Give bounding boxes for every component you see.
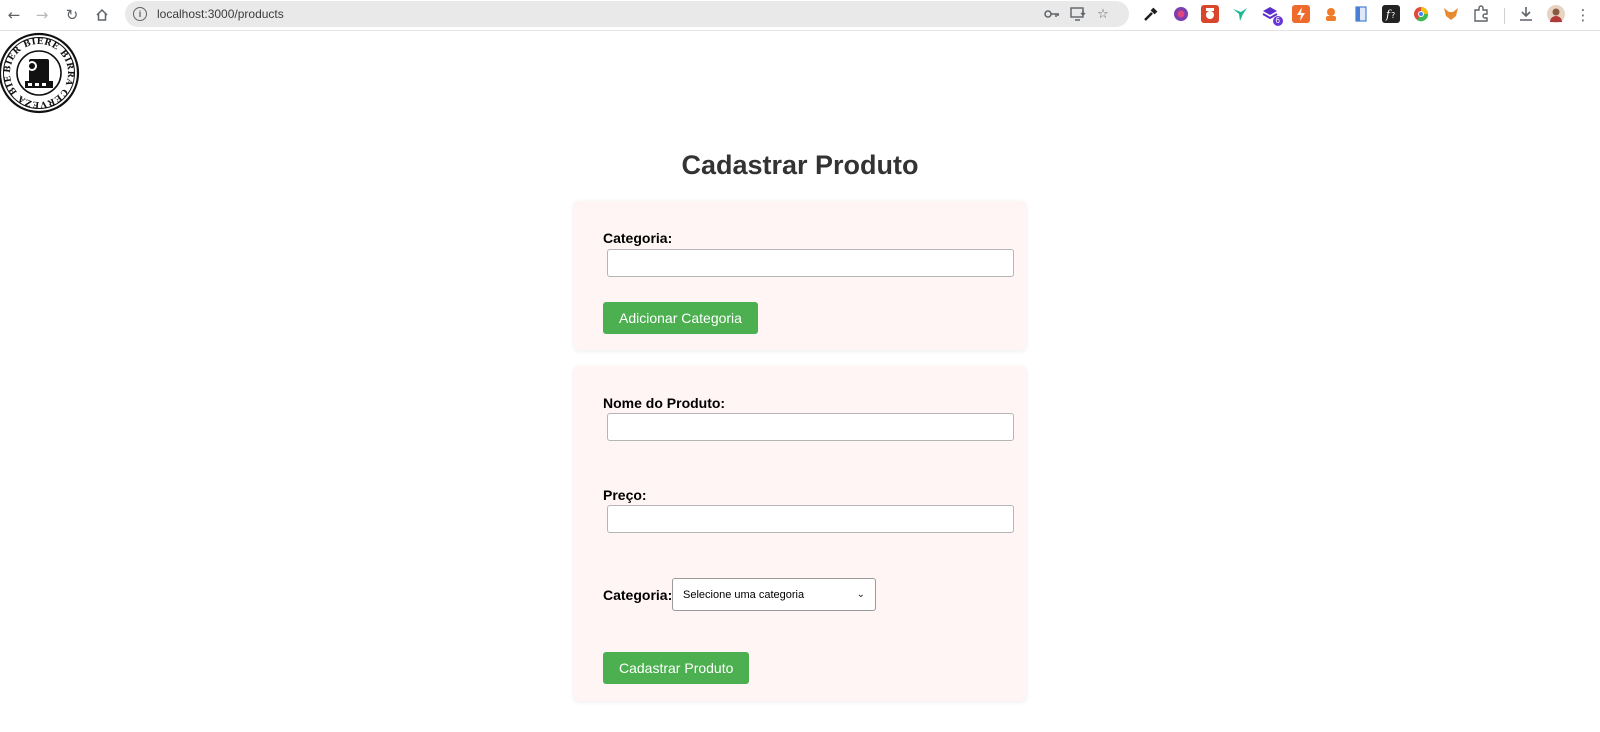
category-label: Categoria: — [603, 230, 673, 246]
fox-extension-icon[interactable] — [1442, 5, 1460, 23]
product-name-input[interactable] — [607, 413, 1014, 441]
product-name-label: Nome do Produto: — [603, 395, 726, 411]
category-form-card: Categoria: Adicionar Categoria — [574, 201, 1026, 350]
category-select[interactable]: Selecione uma categoria ⌄ — [672, 578, 876, 611]
price-label: Preço: — [603, 487, 647, 503]
back-icon[interactable]: ← — [3, 4, 25, 26]
category-input[interactable] — [607, 249, 1014, 277]
site-info-icon[interactable]: i — [133, 7, 147, 21]
font-extension-icon[interactable]: f? — [1382, 5, 1400, 23]
hummingbird-extension-icon[interactable] — [1231, 5, 1249, 23]
puzzle-extensions-icon[interactable] — [1472, 5, 1490, 23]
mascot-extension-icon[interactable] — [1322, 5, 1340, 23]
browser-toolbar: ← → ↻ i localhost:3000/products ☆ 6 f ? … — [0, 0, 1600, 31]
add-category-button[interactable]: Adicionar Categoria — [603, 302, 758, 334]
category-select-value: Selecione uma categoria — [683, 588, 805, 601]
product-category-label: Categoria: — [603, 587, 673, 603]
color-wheel-extension-icon[interactable] — [1172, 5, 1190, 23]
stack-extension-icon[interactable]: 6 — [1261, 5, 1283, 26]
address-bar[interactable]: i localhost:3000/products ☆ — [125, 1, 1129, 27]
bookmark-star-icon[interactable]: ☆ — [1094, 5, 1112, 23]
profile-avatar[interactable] — [1547, 5, 1565, 23]
page-title: Cadastrar Produto — [681, 150, 919, 180]
price-input[interactable] — [607, 505, 1014, 533]
chevron-down-icon: ⌄ — [856, 589, 865, 600]
home-icon[interactable] — [91, 4, 113, 26]
url-text[interactable]: localhost:3000/products — [157, 7, 284, 21]
chrome-color-extension-icon[interactable] — [1412, 5, 1430, 23]
password-key-icon[interactable] — [1043, 5, 1061, 23]
bolt-extension-icon[interactable] — [1292, 5, 1310, 23]
install-app-icon[interactable] — [1069, 5, 1087, 23]
reload-icon[interactable]: ↻ — [61, 4, 83, 26]
extension-badge: 6 — [1272, 16, 1283, 26]
toolbar-divider — [1504, 8, 1505, 24]
download-icon[interactable] — [1517, 5, 1535, 23]
product-form-card: Nome do Produto: Preço: Categoria: Selec… — [574, 366, 1026, 701]
camera-extension-icon[interactable] — [1201, 5, 1219, 23]
svg-text:?: ? — [1391, 11, 1395, 20]
forward-icon[interactable]: → — [31, 4, 53, 26]
document-extension-icon[interactable] — [1352, 5, 1370, 23]
beer-stamp-logo[interactable]: BIER BIERE BIRRA CERVEZA BIER — [0, 25, 80, 114]
menu-kebab-icon[interactable]: ⋮ — [1572, 4, 1594, 26]
eyedropper-extension-icon[interactable] — [1142, 5, 1160, 23]
submit-product-button[interactable]: Cadastrar Produto — [603, 652, 750, 684]
